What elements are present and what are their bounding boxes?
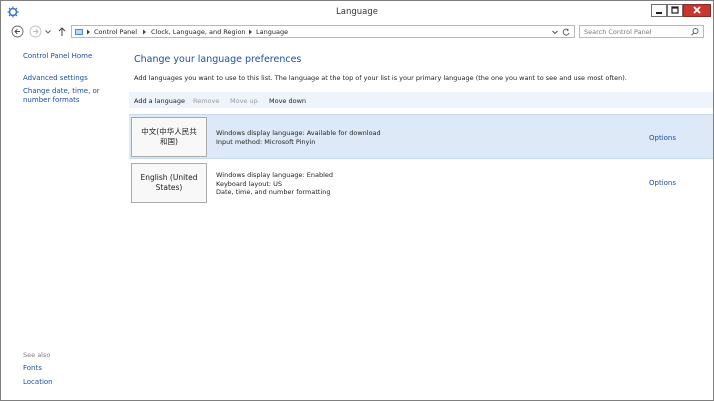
page-title: Change your language preferences [134, 54, 302, 65]
breadcrumb-arrow-icon [87, 29, 90, 35]
language-details: Windows display language: Enabled Keyboa… [216, 171, 333, 197]
language-row-chinese[interactable]: 中文(中华人民共和国) Windows display language: Av… [129, 114, 713, 159]
advanced-settings-link[interactable]: Advanced settings [23, 74, 88, 82]
window-title: Language [336, 7, 378, 17]
see-also-label: See also [23, 351, 51, 359]
maximize-button[interactable] [667, 4, 683, 17]
breadcrumb-control-panel[interactable]: Control Panel [94, 28, 137, 36]
move-down-button[interactable]: Move down [269, 97, 306, 105]
move-up-button[interactable]: Move up [230, 97, 258, 105]
location-link[interactable]: Location [23, 378, 53, 386]
minimize-button[interactable] [651, 4, 667, 17]
language-tile[interactable]: English (United States) [131, 163, 207, 203]
address-bar[interactable]: Control Panel Clock, Language, and Regio… [71, 25, 575, 38]
breadcrumb-arrow-icon [143, 29, 146, 35]
forward-arrow-icon [29, 25, 42, 38]
display-language-status: Windows display language: Enabled [216, 171, 334, 179]
address-dropdown-icon[interactable] [551, 28, 559, 36]
up-arrow-icon [58, 27, 66, 36]
add-language-button[interactable]: Add a language [134, 97, 185, 105]
forward-button[interactable] [29, 25, 42, 38]
display-language-status: Windows display language: Available for … [216, 129, 381, 137]
language-details: Windows display language: Available for … [216, 129, 381, 146]
options-link[interactable]: Options [649, 179, 676, 187]
maximize-icon [671, 6, 679, 14]
input-method: Input method: Microsoft Pinyin [216, 137, 316, 146]
close-icon [693, 6, 701, 14]
chevron-down-icon [45, 30, 51, 34]
control-panel-home-link[interactable]: Control Panel Home [23, 52, 92, 60]
language-toolbar: Add a language Remove Move up Move down [129, 92, 713, 108]
fonts-link[interactable]: Fonts [23, 364, 42, 372]
up-button[interactable] [57, 25, 67, 38]
control-panel-icon [75, 29, 83, 35]
navigation-bar: Control Panel Clock, Language, and Regio… [1, 23, 713, 41]
back-arrow-icon [11, 25, 24, 38]
language-window: Language Control Panel Clock, Language, … [0, 0, 714, 401]
formatting-info: Date, time, and number formatting [216, 188, 331, 196]
minimize-icon [656, 12, 662, 14]
breadcrumb-arrow-icon [249, 29, 252, 35]
page-description: Add languages you want to use to this li… [134, 74, 627, 82]
breadcrumb-clock-language-region[interactable]: Clock, Language, and Region [151, 28, 246, 36]
search-box[interactable] [579, 25, 704, 38]
search-icon[interactable] [690, 27, 700, 37]
close-button[interactable] [683, 4, 711, 17]
language-row-english[interactable]: English (United States) Windows display … [129, 161, 713, 206]
change-date-time-number-formats-link[interactable]: Change date, time, or number formats [23, 87, 123, 105]
keyboard-layout: Keyboard layout: US [216, 179, 283, 188]
recent-locations-dropdown[interactable] [44, 25, 52, 38]
back-button[interactable] [11, 25, 24, 38]
language-tile[interactable]: 中文(中华人民共和国) [131, 117, 207, 157]
title-bar[interactable]: Language [1, 1, 713, 23]
refresh-icon[interactable] [561, 27, 571, 37]
search-input[interactable] [584, 27, 684, 36]
breadcrumb-language[interactable]: Language [256, 28, 288, 36]
remove-button[interactable]: Remove [193, 97, 219, 105]
options-link[interactable]: Options [649, 134, 676, 142]
